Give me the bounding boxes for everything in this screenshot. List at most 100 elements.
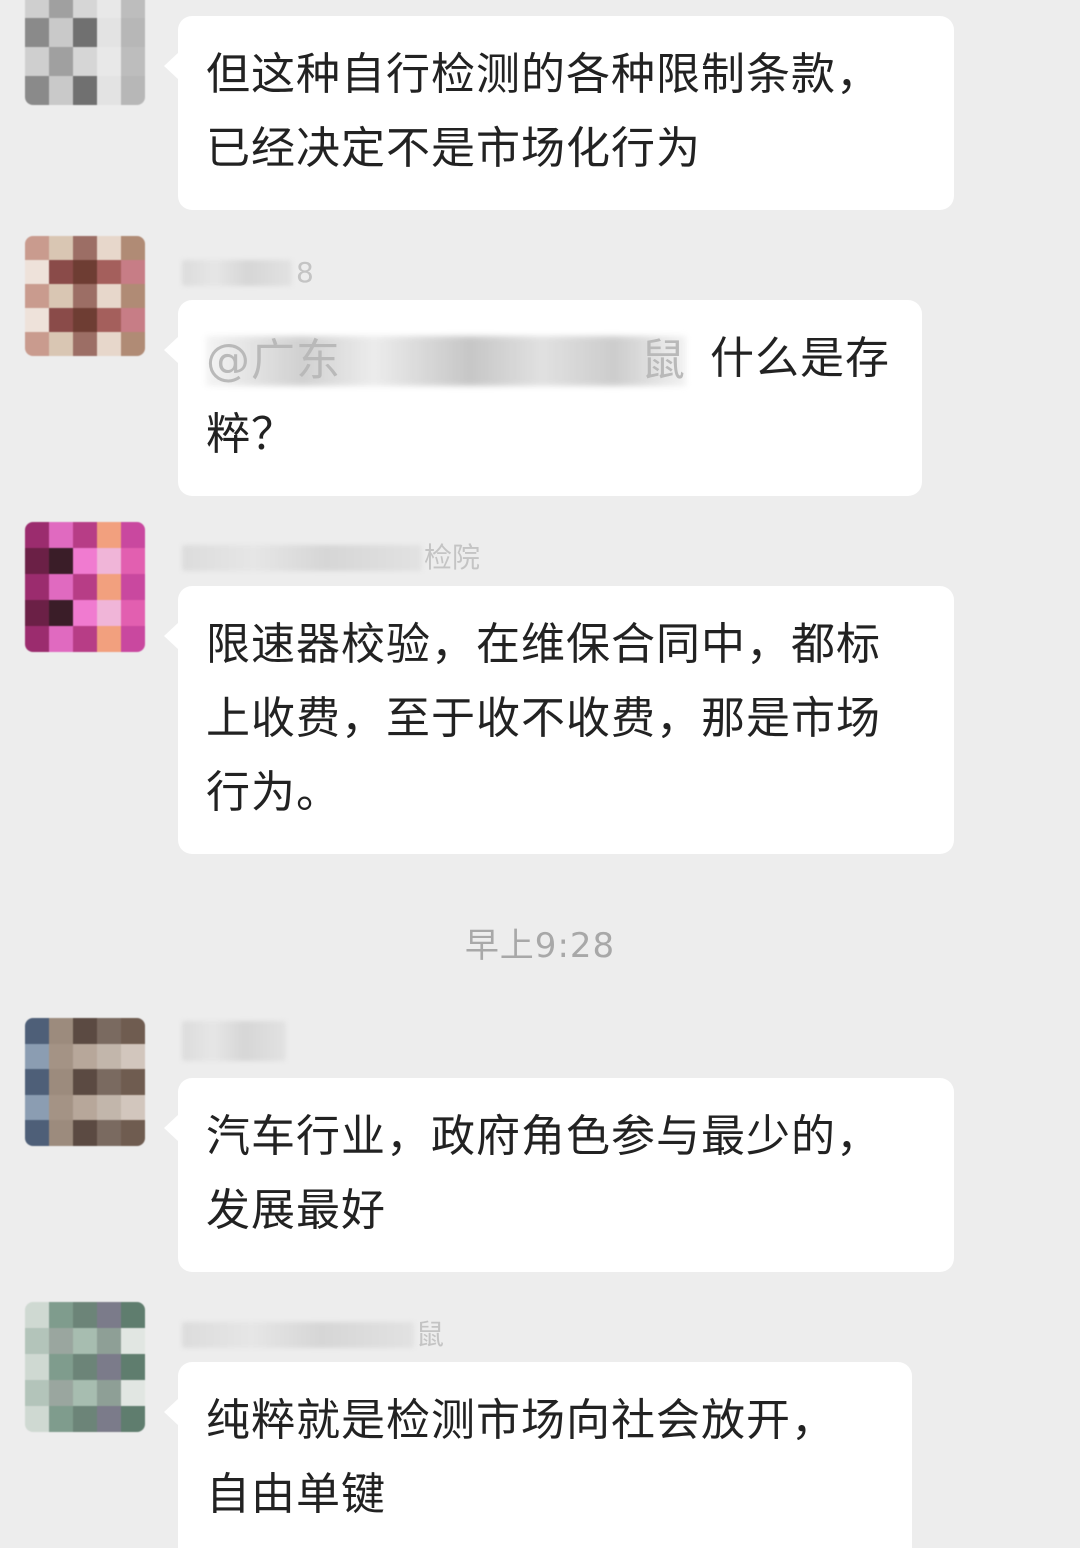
message-bubble[interactable]: @广东 鼠什么是存 粹？ <box>164 300 922 496</box>
avatar[interactable] <box>25 236 145 356</box>
message-bubble[interactable]: 但这种自行检测的各种限制条款， 已经决定不是市场化行为 <box>164 16 954 210</box>
message-text-line: @广东 鼠什么是存 <box>206 322 894 398</box>
avatar[interactable] <box>25 522 145 652</box>
avatar[interactable] <box>25 1018 145 1146</box>
avatar-mosaic-tile <box>97 522 121 548</box>
avatar-mosaic-tile <box>73 626 97 652</box>
avatar-mosaic-tile <box>97 1302 121 1328</box>
sender-name-text: 鼠 <box>416 1318 445 1351</box>
message-bubble[interactable]: 限速器校验，在维保合同中，都标 上收费，至于收不收费，那是市场 行为。 <box>164 586 954 854</box>
avatar-mosaic-tile <box>25 1018 49 1044</box>
avatar-mosaic-tile <box>49 236 73 260</box>
avatar-mosaic-tile <box>25 332 49 356</box>
avatar-mosaic-tile <box>25 18 49 47</box>
avatar-mosaic-tile <box>121 1043 145 1070</box>
blurred-sender <box>182 1021 286 1061</box>
avatar-mosaic-tile <box>97 1069 121 1095</box>
avatar-mosaic-tile <box>49 260 73 284</box>
avatar-mosaic-tile <box>97 1120 121 1146</box>
avatar-mosaic-tile <box>121 548 145 574</box>
message-text-line: 自由单键 <box>206 1469 386 1520</box>
avatar-mosaic-tile <box>121 1094 145 1121</box>
avatar-mosaic-tile <box>25 1069 49 1095</box>
avatar-mosaic-tile <box>97 574 121 600</box>
message-bubble[interactable]: 纯粹就是检测市场向社会放开， 自由单键 <box>164 1362 912 1548</box>
avatar-mosaic-tile <box>25 76 49 105</box>
avatar-mosaic-tile <box>121 308 145 332</box>
avatar-mosaic-tile <box>121 76 145 105</box>
avatar[interactable] <box>25 0 145 105</box>
avatar-mosaic-tile <box>49 1354 73 1380</box>
avatar-mosaic-tile <box>25 47 49 76</box>
avatar-mosaic-tile <box>49 1043 73 1070</box>
avatar-mosaic-tile <box>73 1406 97 1432</box>
blurred-sender <box>182 1322 414 1348</box>
avatar-mosaic-tile <box>73 1094 97 1121</box>
avatar-mosaic-tile <box>121 1069 145 1095</box>
avatar-mosaic-tile <box>73 18 97 47</box>
avatar-mosaic-tile <box>25 1302 49 1328</box>
avatar-mosaic-tile <box>25 1043 49 1070</box>
avatar-mosaic-tile <box>121 1302 145 1328</box>
avatar[interactable] <box>25 1302 145 1432</box>
message-text-line: 粹？ <box>206 409 296 460</box>
sender-name-text: 检院 <box>424 541 481 574</box>
mention-text: @广东 <box>206 335 341 386</box>
avatar-mosaic-tile <box>25 1354 49 1380</box>
avatar-mosaic-tile <box>25 522 49 548</box>
avatar-mosaic-tile <box>121 1380 145 1406</box>
avatar-mosaic-tile <box>121 574 145 600</box>
avatar-mosaic-tile <box>73 1120 97 1146</box>
avatar-mosaic-tile <box>121 332 145 356</box>
avatar-mosaic-tile <box>121 1018 145 1044</box>
avatar-mosaic-tile <box>49 522 73 548</box>
message-text: 什么是存 <box>710 333 890 384</box>
avatar-mosaic-tile <box>49 574 73 600</box>
avatar-mosaic-tile <box>97 1018 121 1044</box>
avatar-mosaic-tile <box>121 1120 145 1146</box>
avatar-mosaic-tile <box>73 548 97 574</box>
sender-name: 8 <box>182 258 314 288</box>
avatar-mosaic-tile <box>25 1380 49 1406</box>
avatar-mosaic-tile <box>97 1380 121 1406</box>
avatar-mosaic-tile <box>25 1328 49 1354</box>
avatar-mosaic-tile <box>49 1302 73 1328</box>
avatar-mosaic-tile <box>97 1406 121 1432</box>
avatar-mosaic-tile <box>49 626 73 652</box>
avatar-mosaic-tile <box>97 332 121 356</box>
avatar-mosaic-tile <box>49 548 73 574</box>
avatar-mosaic-tile <box>97 1043 121 1070</box>
avatar-mosaic-tile <box>73 1380 97 1406</box>
mention[interactable]: @广东 鼠 <box>206 324 686 398</box>
avatar-mosaic-tile <box>73 284 97 308</box>
avatar-mosaic-tile <box>49 1380 73 1406</box>
avatar-mosaic-tile <box>121 1328 145 1354</box>
avatar-mosaic-tile <box>97 236 121 260</box>
avatar-mosaic-tile <box>73 522 97 548</box>
avatar-mosaic-tile <box>121 600 145 626</box>
avatar-mosaic-tile <box>121 18 145 47</box>
avatar-mosaic-tile <box>49 47 73 76</box>
avatar-mosaic-tile <box>49 0 73 18</box>
message-text-line: 纯粹就是检测市场向社会放开， <box>206 1395 836 1446</box>
avatar-mosaic-tile <box>121 1406 145 1432</box>
avatar-mosaic-tile <box>97 308 121 332</box>
avatar-mosaic-tile <box>73 0 97 18</box>
message-text-line: 发展最好 <box>206 1185 386 1236</box>
avatar-mosaic-tile <box>73 574 97 600</box>
avatar-mosaic-tile <box>49 308 73 332</box>
avatar-mosaic-tile <box>73 332 97 356</box>
avatar-mosaic-tile <box>49 284 73 308</box>
avatar-mosaic-tile <box>25 284 49 308</box>
avatar-mosaic-tile <box>73 308 97 332</box>
avatar-mosaic-tile <box>49 76 73 105</box>
message-bubble[interactable]: 汽车行业，政府角色参与最少的， 发展最好 <box>164 1078 954 1272</box>
avatar-mosaic-tile <box>121 284 145 308</box>
timestamp: 早上9:28 <box>464 926 616 966</box>
avatar-mosaic-tile <box>25 236 49 260</box>
avatar-mosaic-tile <box>97 284 121 308</box>
message-text-line: 上收费，至于收不收费，那是市场 <box>206 693 881 744</box>
avatar-mosaic-tile <box>73 1043 97 1070</box>
avatar-mosaic-tile <box>121 522 145 548</box>
avatar-mosaic-tile <box>97 626 121 652</box>
